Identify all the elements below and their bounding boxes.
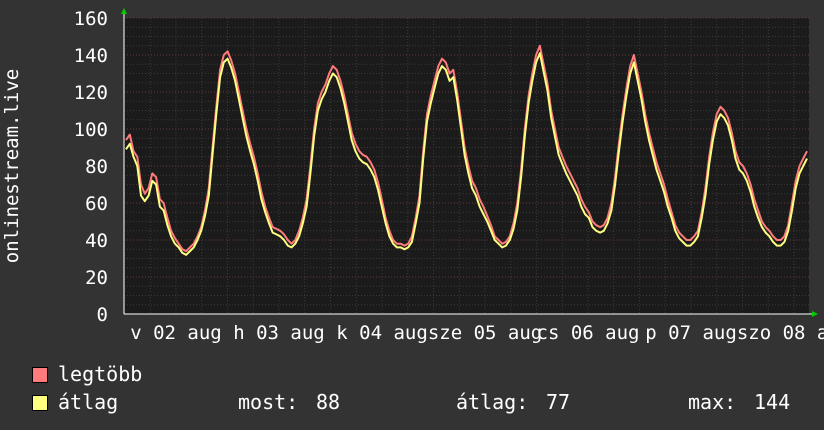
y-tick-label: 160 [74,8,108,30]
chart: 0 20 40 60 80 100 120 140 160 v 02 aug h 03 aug k … [0,0,824,430]
x-tick-label: h 03 aug [233,322,325,344]
y-tick-label: 40 [85,230,108,252]
x-tick-label: p 07 aug [645,322,737,344]
x-tick-label: k 04 aug [336,322,428,344]
plot-svg: 0 20 40 60 80 100 120 140 160 v 02 aug h 03 aug k … [1,8,824,344]
y-tick-label: 80 [85,156,108,178]
y-tick-label: 0 [97,304,108,326]
x-tick-label: cs 06 aug [537,322,640,344]
y-axis-arrow [121,8,127,14]
y-tick-label: 120 [74,82,108,104]
y-tick-label: 20 [85,267,108,289]
y-tick-label: 60 [85,193,108,215]
x-tick-label: sze 05 aug [428,322,542,344]
y-tick-label: 100 [74,119,108,141]
y-tick-label: 140 [74,45,108,67]
x-tick-labels: v 02 aug h 03 aug k 04 aug sze 05 augcs 06 … [130,322,824,344]
y-axis-label: onlinestream.live [1,69,23,263]
x-axis-arrow [812,311,818,317]
x-tick-label: v 02 aug [130,322,222,344]
y-tick-labels: 0 20 40 60 80 100 120 140 160 [74,8,108,326]
x-tick-label: szo 08 aug [737,322,824,344]
